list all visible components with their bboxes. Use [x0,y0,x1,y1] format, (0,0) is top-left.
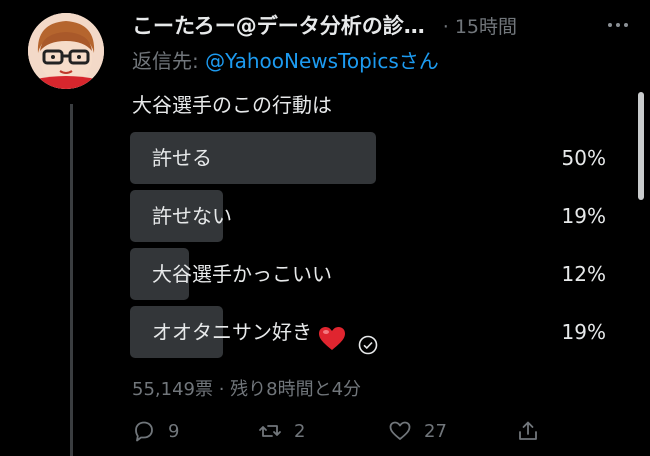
poll-option: 大谷選手かっこいい 12% [130,248,606,300]
share-icon [519,421,537,440]
poll-option-percent: 19% [561,204,606,228]
retweet-icon [259,425,281,437]
retweet-count: 2 [294,420,306,442]
avatar[interactable] [28,13,104,89]
poll-option: 許せない 19% [130,190,606,242]
poll-option-percent: 19% [561,320,606,344]
reply-to-line: 返信先: @YahooNewsTopicsさん [132,45,439,74]
poll-option-percent: 12% [561,262,606,286]
reply-icon [135,421,153,442]
poll-option: 許せる 50% [130,132,606,184]
reply-suffix: さん [398,49,439,73]
poll-stats: 55,149票 · 残り8時間と4分 [132,379,362,400]
share-button[interactable] [516,414,540,448]
voted-check-icon [358,322,378,355]
poll-option-label: 許せる [152,146,212,170]
poll-option-label: オオタニサン好き [152,320,312,344]
poll-option-percent: 50% [561,146,606,170]
reply-button[interactable]: 9 [132,414,179,448]
poll: 許せる 50% 許せない 19% 大谷選手かっこいい 12% オオタニサン好き … [130,132,606,364]
retweet-button[interactable]: 2 [258,414,305,448]
tweet-time[interactable]: · 15時間 [443,12,517,39]
poll-option-label: 大谷選手かっこいい [152,262,332,286]
reply-handle-link[interactable]: @YahooNewsTopics [205,49,399,73]
reply-prefix: 返信先: [132,49,206,73]
scrollbar[interactable] [638,92,644,200]
like-button[interactable]: 27 [388,414,447,448]
more-icon[interactable] [606,13,630,42]
tweet-text: 大谷選手のこの行動は [132,93,332,117]
poll-option-label-row: オオタニサン好き [152,306,378,358]
like-count: 27 [424,420,447,442]
poll-option-voted: オオタニサン好き 19% [130,306,606,358]
heart-emoji-icon [318,319,346,350]
heart-icon [389,421,411,440]
reply-count: 9 [168,420,180,442]
action-bar: 9 2 27 [132,414,552,448]
tweet-header: こーたろー@データ分析の診… · 15時間 [132,10,630,40]
avatar-cartoon-face-icon [28,13,104,89]
poll-option-label: 許せない [152,204,232,228]
author-name[interactable]: こーたろー@データ分析の診… [132,10,425,40]
thread-line [70,104,73,456]
